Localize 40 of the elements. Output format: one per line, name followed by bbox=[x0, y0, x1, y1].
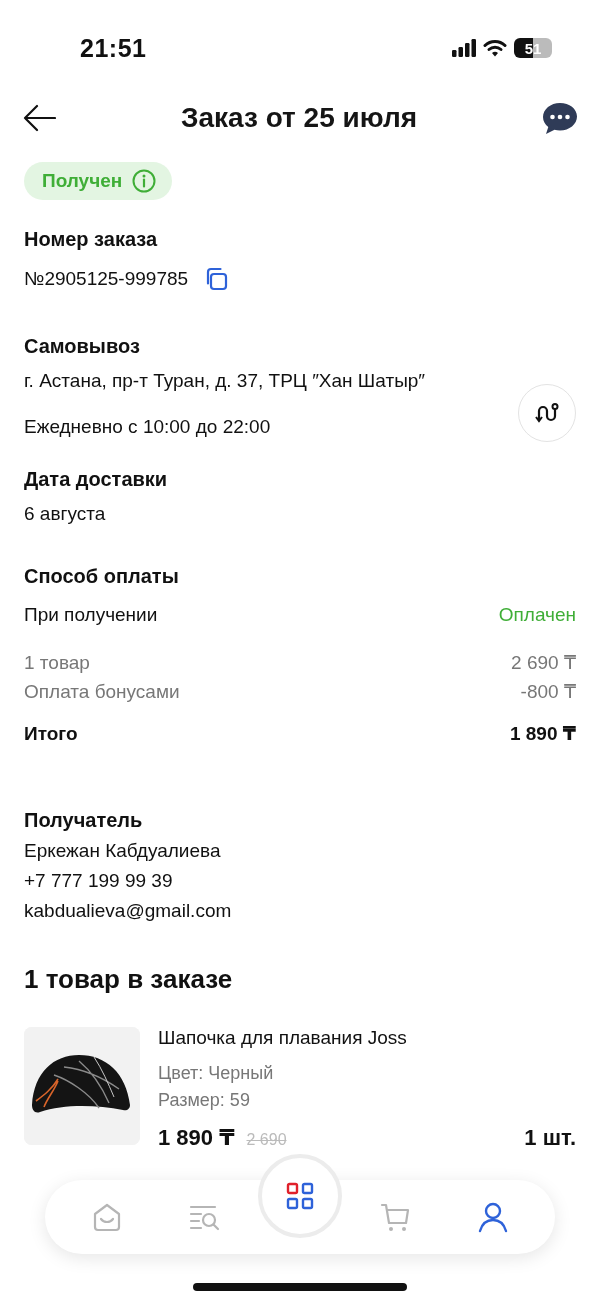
section-label: Самовывоз bbox=[24, 335, 141, 358]
profile-icon[interactable] bbox=[476, 1201, 509, 1233]
summary-value: 2 690 ₸ bbox=[511, 651, 576, 674]
total-label: Итого bbox=[24, 722, 78, 745]
recipient-email: kabdualieva@gmail.com bbox=[24, 900, 233, 922]
items-heading: 1 товар в заказе bbox=[24, 964, 234, 995]
info-icon bbox=[132, 169, 157, 193]
pickup-hours: Ежедневно с 10:00 до 22:00 bbox=[24, 416, 272, 438]
product-size: Размер: 59 bbox=[158, 1090, 251, 1111]
screen-title: Заказ от 25 июля bbox=[180, 102, 418, 134]
product-name: Шапочка для плавания Joss bbox=[158, 1027, 408, 1049]
summary-label: Оплата бонусами bbox=[24, 680, 180, 703]
status-badge[interactable]: Получен bbox=[24, 162, 173, 200]
section-label: Способ оплаты bbox=[24, 565, 180, 588]
recipient-phone: +7 777 199 99 39 bbox=[24, 870, 174, 892]
recipient-name: Еркежан Кабдуалиева bbox=[24, 840, 222, 862]
status-time: 21:51 bbox=[80, 33, 147, 63]
total-value: 1 890 ₸ bbox=[509, 722, 576, 745]
route-icon bbox=[535, 401, 559, 425]
old-price: 2 690 bbox=[246, 1131, 287, 1149]
grid-icon[interactable] bbox=[286, 1182, 314, 1210]
pickup-address: г. Астана, пр-т Туран, д. 37, ТРЦ ″Хан Шатыр″ bbox=[24, 370, 426, 392]
product-price: 1 890 ₸ bbox=[158, 1125, 235, 1151]
wifi-icon bbox=[483, 39, 507, 57]
section-label: Получатель bbox=[24, 809, 144, 832]
section-label: Дата доставки bbox=[24, 468, 169, 491]
chat-icon[interactable] bbox=[542, 101, 578, 135]
signal-icon bbox=[452, 39, 476, 57]
back-arrow-icon[interactable] bbox=[22, 103, 56, 133]
delivery-date: 6 августа bbox=[24, 503, 107, 525]
battery-level: 51 bbox=[514, 38, 552, 58]
summary-label: 1 товар bbox=[24, 651, 90, 674]
payment-method: При получении bbox=[24, 604, 158, 626]
summary-value: -800 ₸ bbox=[520, 680, 576, 703]
section-label: Номер заказа bbox=[24, 228, 159, 251]
product-quantity: 1 шт. bbox=[524, 1125, 576, 1151]
payment-status: Оплачен bbox=[498, 604, 576, 626]
order-number: №2905125-999785 bbox=[24, 268, 189, 290]
copy-icon[interactable] bbox=[204, 267, 229, 291]
product-color: Цвет: Черный bbox=[158, 1063, 275, 1084]
